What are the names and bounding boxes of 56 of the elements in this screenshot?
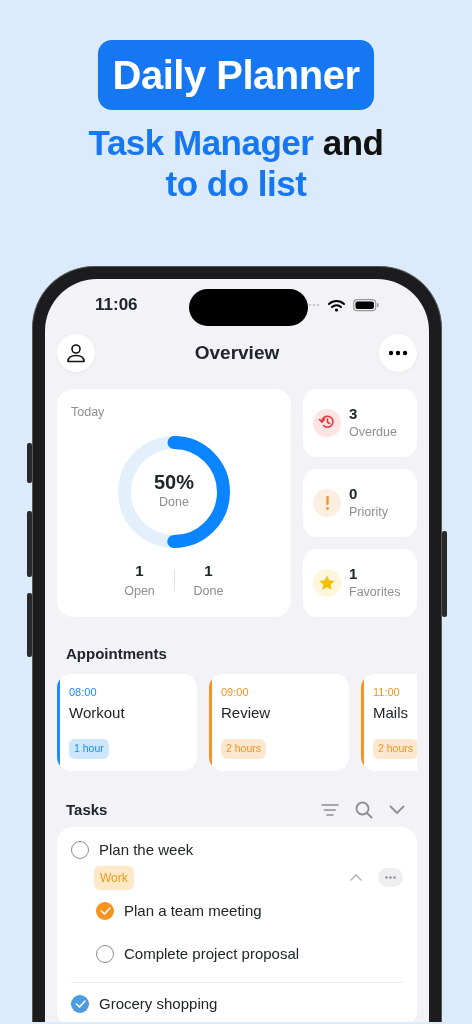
percent-value: 50%: [154, 471, 194, 494]
appointment-card[interactable]: 11:00 Mails 2 hours: [361, 673, 417, 771]
category-tag: Work: [94, 865, 134, 890]
battery-icon: [353, 298, 379, 312]
appointment-card[interactable]: 08:00 Workout 1 hour: [57, 673, 197, 771]
stat-label: Overdue: [349, 423, 397, 441]
count-label: Done: [192, 583, 225, 601]
page-title: Overview: [194, 340, 280, 365]
status-time: 11:06: [95, 294, 138, 317]
filter-icon[interactable]: [321, 802, 339, 817]
appointment-time: 09:00: [221, 684, 250, 700]
appointment-time: 11:00: [373, 684, 401, 700]
task-title: Grocery shopping: [99, 993, 218, 1014]
subtitle: Task Manager and to do list: [87, 122, 385, 204]
stat-label: Favorites: [349, 583, 401, 601]
more-icon: [385, 876, 396, 879]
check-icon: [74, 998, 86, 1009]
stat-card[interactable]: 3 Overdue: [303, 389, 417, 457]
title-badge: Daily Planner: [97, 40, 375, 110]
duration-tag: 1 hour: [69, 738, 109, 759]
chevron-down-icon[interactable]: [389, 804, 405, 815]
more-icon: [388, 350, 408, 356]
appointment-card[interactable]: 09:00 Review 2 hours: [209, 673, 349, 771]
appointment-title: Review: [221, 703, 272, 723]
appointment-time: 08:00: [69, 684, 98, 700]
duration-tag: 2 hours: [373, 738, 417, 759]
appointment-title: Mails: [373, 703, 409, 723]
stat-card[interactable]: 1 Favorites: [303, 549, 417, 617]
wifi-icon: [328, 298, 345, 312]
stat-count: 1: [349, 564, 359, 583]
task-title: Plan the week: [99, 840, 194, 860]
percent-label: Done: [159, 494, 189, 512]
section-title: Tasks: [66, 799, 108, 820]
checkbox[interactable]: [71, 994, 89, 1013]
task-title: Plan a team meeting: [124, 900, 262, 921]
stat-label: Priority: [349, 503, 388, 521]
task-title: Complete project proposal: [124, 943, 300, 964]
stat-count: 0: [349, 484, 359, 503]
search-icon[interactable]: [355, 800, 373, 819]
appointment-title: Workout: [69, 703, 126, 723]
more-button[interactable]: [379, 334, 417, 372]
count-value: 1: [203, 560, 214, 581]
stat-count: 3: [349, 404, 359, 423]
duration-tag: 2 hours: [221, 738, 267, 759]
profile-button[interactable]: [57, 334, 95, 372]
card-label: Today: [71, 404, 106, 421]
section-title: Appointments: [66, 644, 168, 664]
count-label: Open: [123, 583, 156, 601]
chevron-up-icon[interactable]: [350, 874, 362, 881]
count-value: 1: [134, 560, 145, 581]
checkbox[interactable]: [96, 902, 114, 920]
exclamation-icon: [325, 496, 329, 510]
stat-card[interactable]: 0 Priority: [303, 469, 417, 537]
person-icon: [66, 343, 86, 363]
star-icon: [318, 574, 336, 592]
check-icon: [99, 906, 111, 916]
